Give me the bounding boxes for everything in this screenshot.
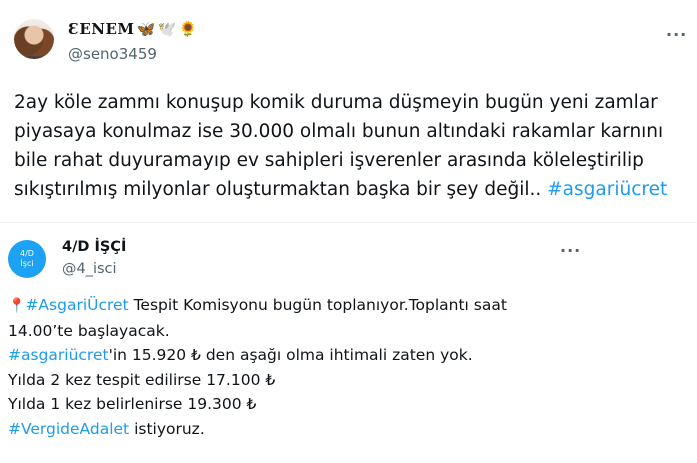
avatar-text: İşci	[20, 259, 34, 268]
tweet-text-line: 2ay köle zammı konuşup komik duruma düşm…	[14, 92, 658, 113]
quoted-author-name[interactable]: 4/D İŞÇİ	[62, 239, 126, 255]
more-options-icon[interactable]: ···	[666, 27, 687, 43]
author-avatar[interactable]	[14, 19, 54, 59]
hashtag-link[interactable]: #AsgariÜcret	[25, 296, 128, 314]
avatar-text: 4/D	[20, 249, 34, 258]
dove-emoji: 🕊️	[157, 20, 177, 38]
sunflower-emoji: 🌻	[178, 20, 199, 38]
hashtag-link[interactable]: #VergideAdalet	[8, 420, 129, 438]
quoted-more-options-icon[interactable]: ···	[560, 243, 581, 259]
quoted-text-line: 14.00’te başlayacak.	[8, 321, 170, 340]
tweet-text: 2ay köle zammı konuşup komik duruma düşm…	[14, 88, 684, 204]
quoted-tweet-text: 📍#AsgariÜcret Tespit Komisyonu bugün top…	[8, 293, 648, 441]
quoted-text-segment: istiyoruz.	[129, 419, 205, 438]
quoted-author-handle[interactable]: @4_isci	[62, 261, 117, 277]
quoted-text-line: Yılda 1 kez belirlenirse 19.300 ₺	[8, 395, 257, 413]
quoted-author-avatar[interactable]: 4/D İşci	[8, 240, 46, 278]
tweet-text-line-content: sıkıştırılmış milyonlar oluşturmaktan ba…	[14, 179, 548, 200]
butterfly-emoji: 🦋	[136, 20, 156, 38]
tweet-text-line: bile rahat duyuramayıp ev sahipleri işve…	[14, 150, 644, 171]
author-name-text: ƐENEM	[68, 20, 135, 38]
quoted-text-line: 📍#AsgariÜcret Tespit Komisyonu bugün top…	[8, 293, 648, 319]
quoted-text-line: #VergideAdalet istiyoruz.	[8, 417, 648, 442]
author-handle[interactable]: @seno3459	[68, 45, 157, 63]
quoted-text-segment: 'in 15.920 ₺ den aşağı olma ihtimali zat…	[108, 346, 473, 364]
quoted-text-line: Yılda 2 kez tespit edilirse 17.100 ₺	[8, 370, 276, 389]
pin-icon: 📍	[8, 298, 26, 314]
hashtag-link[interactable]: #asgariücret	[8, 346, 109, 364]
quoted-tweet[interactable]: 4/D İşci 4/D İŞÇİ @4_isci ··· 📍#AsgariÜc…	[0, 222, 697, 463]
quoted-text-segment: Tespit Komisyonu bugün toplanıyor.Toplan…	[128, 296, 507, 314]
tweet-text-line: sıkıştırılmış milyonlar oluşturmaktan ba…	[14, 175, 684, 204]
tweet-text-line: piyasaya konulmaz ise 30.000 olmalı bunu…	[14, 121, 664, 142]
hashtag-link[interactable]: #asgariücret	[547, 179, 667, 200]
author-name[interactable]: ƐENEM 🦋 🕊️ 🌻	[68, 20, 198, 38]
quoted-text-line: #asgariücret'in 15.920 ₺ den aşağı olma …	[8, 343, 648, 368]
